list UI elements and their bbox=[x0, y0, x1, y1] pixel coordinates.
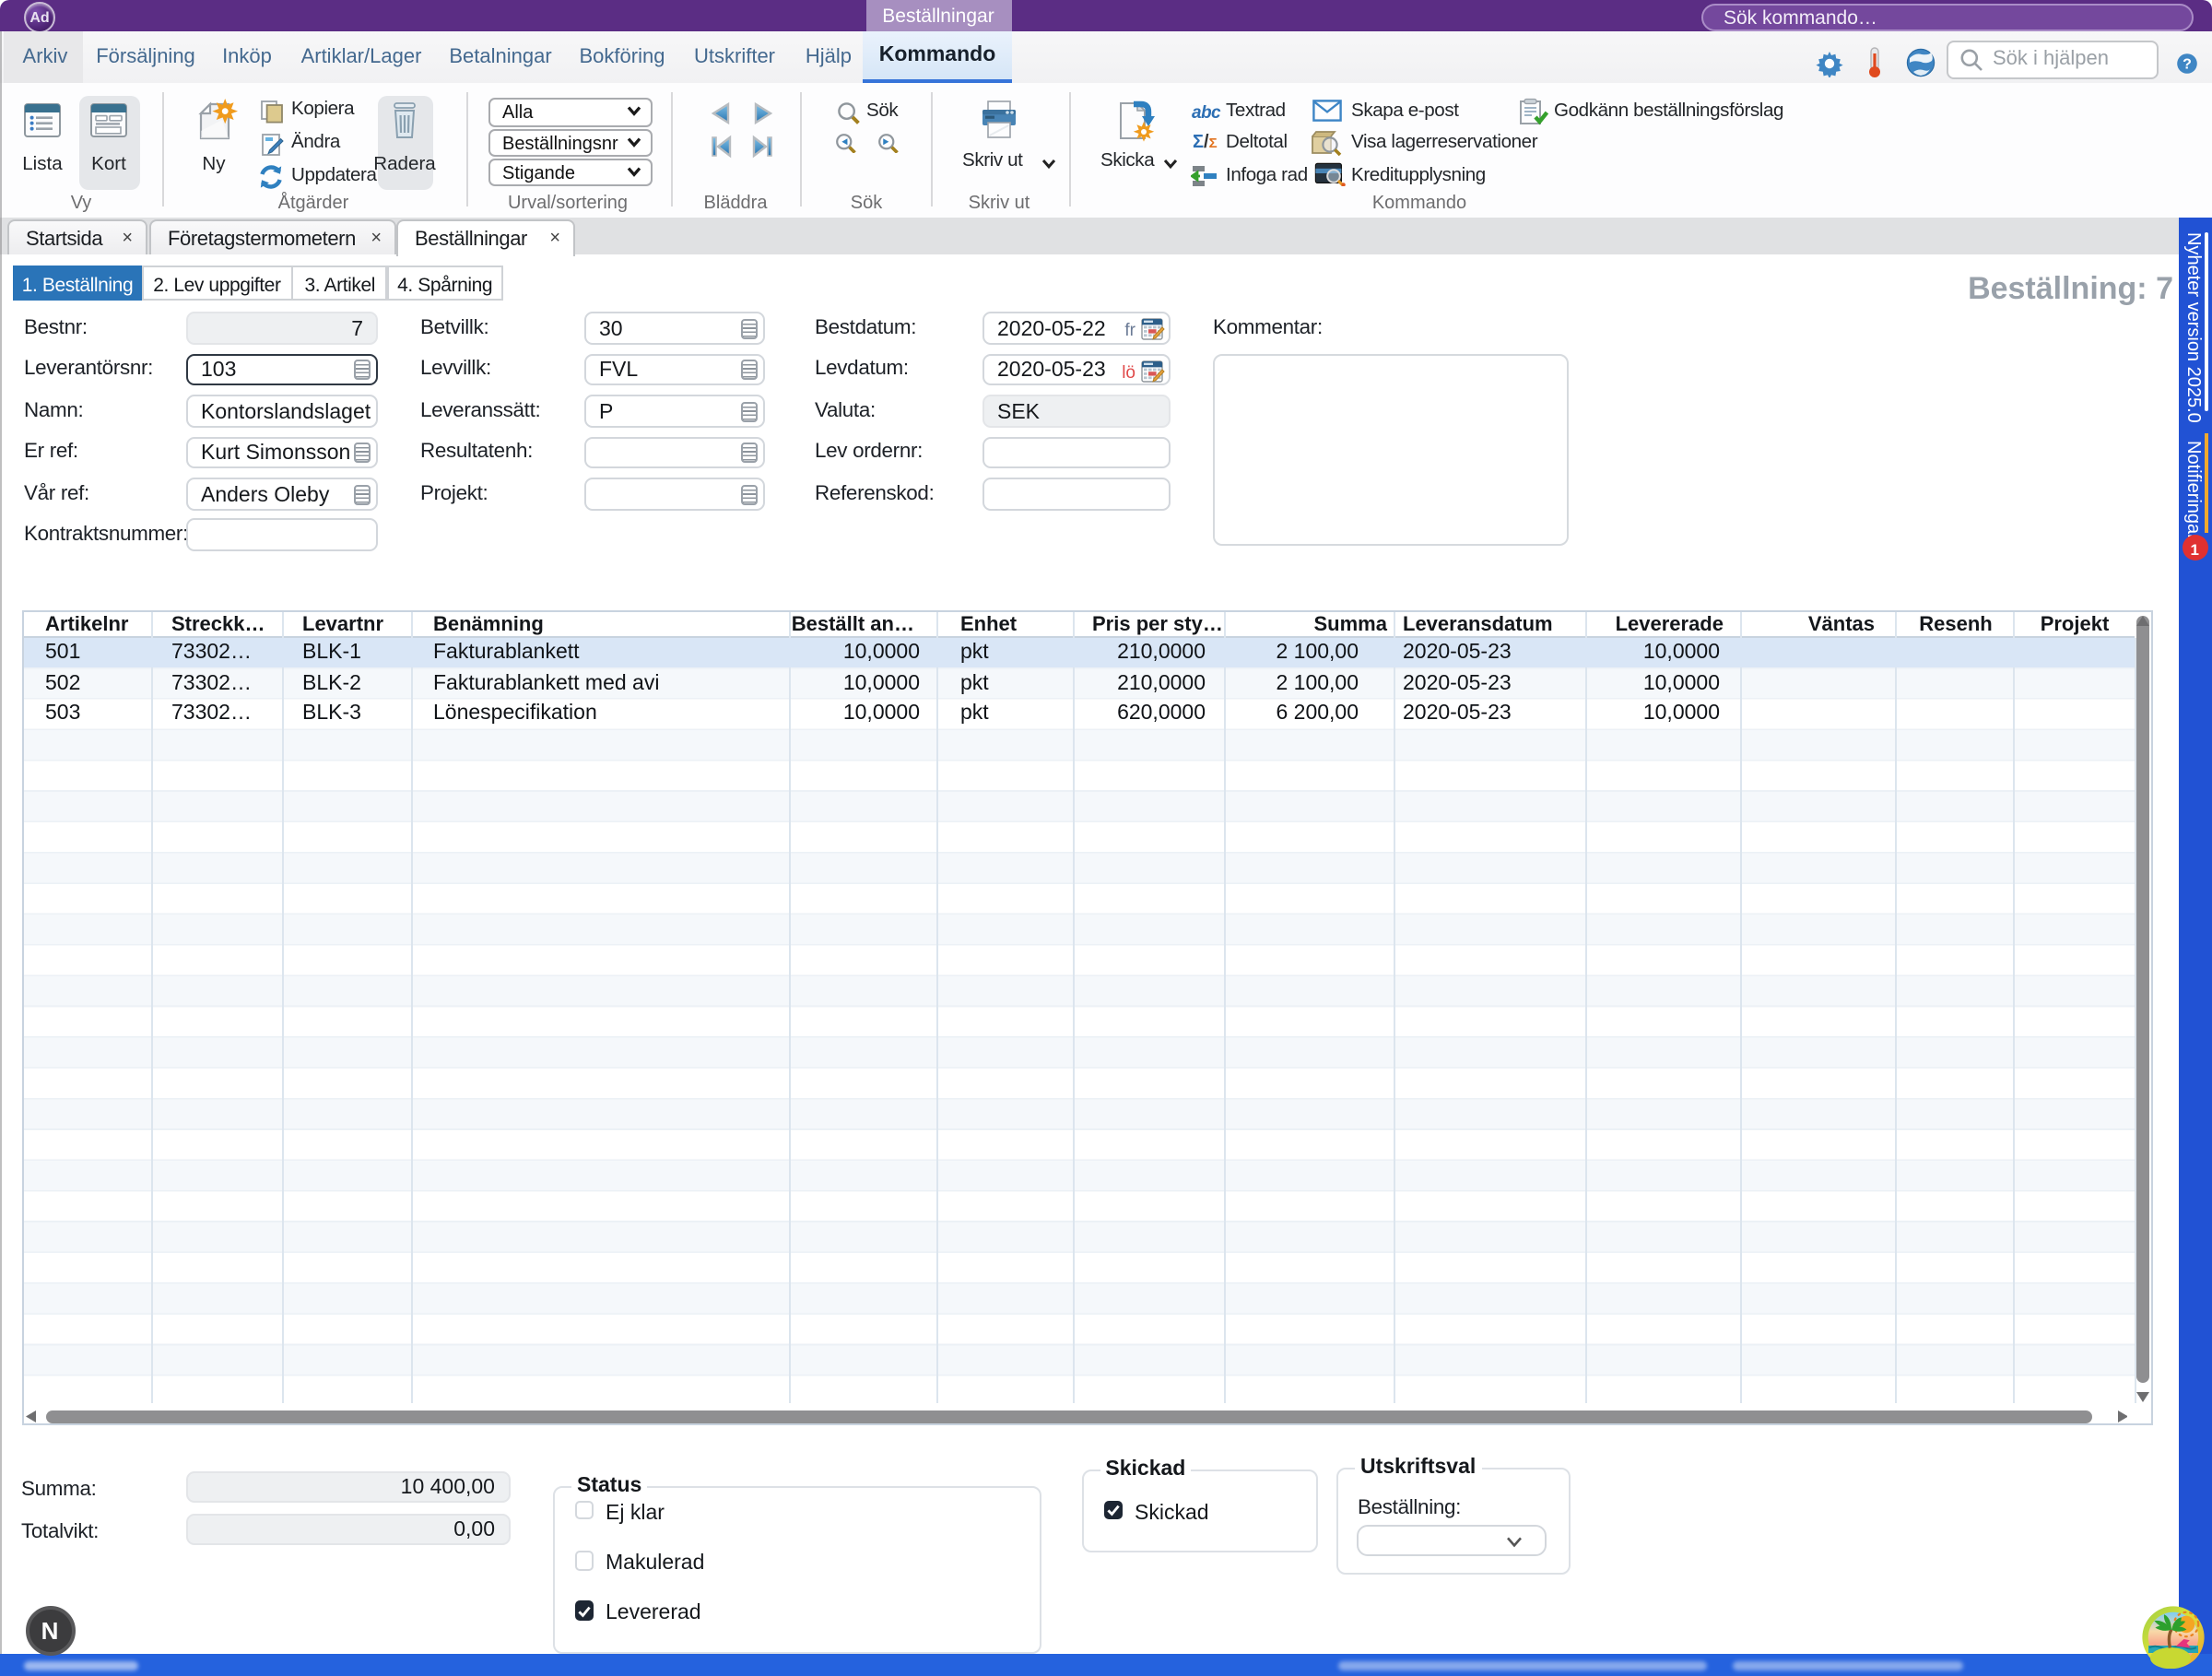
svg-text:?: ? bbox=[2183, 55, 2192, 71]
